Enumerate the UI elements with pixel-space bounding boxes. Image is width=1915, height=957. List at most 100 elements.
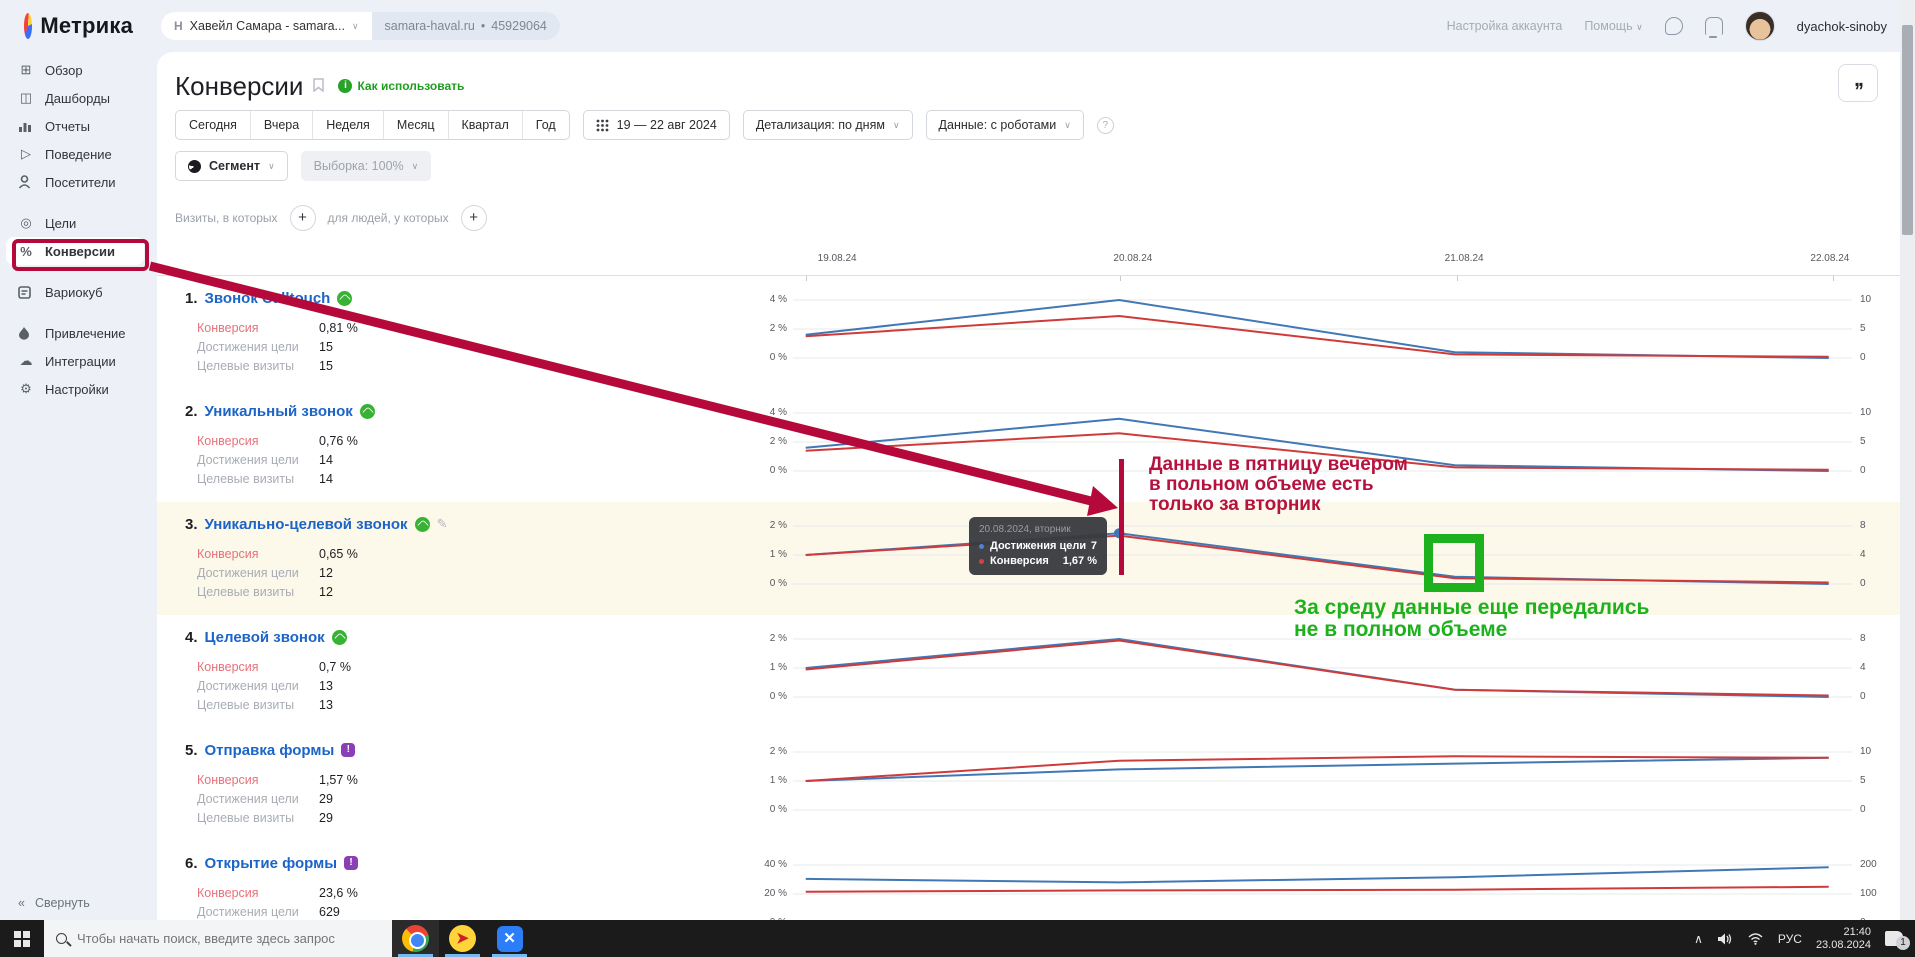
period-yesterday[interactable]: Вчера: [251, 111, 313, 139]
counter-selector[interactable]: H Хавейл Самара - samara... ∨ samara-hav…: [161, 12, 560, 40]
sidebar-item-acquisition[interactable]: Привлечение: [0, 319, 157, 347]
goal-title-link[interactable]: Целевой звонок: [205, 629, 325, 646]
sidebar-item-reports[interactable]: Отчеты: [0, 112, 157, 140]
sampling-dropdown[interactable]: Выборка: 100%∨: [301, 151, 432, 181]
edit-pencil-icon[interactable]: ✎: [437, 516, 448, 532]
gear-icon: ⚙: [18, 381, 34, 397]
clock[interactable]: 21:40 23.08.2024: [1816, 926, 1871, 952]
counter-info: samara-haval.ru • 45929064: [372, 12, 560, 40]
red-dot-icon: [979, 559, 984, 564]
goal-chart[interactable]: 4 %2 %0 % 1050: [757, 296, 1900, 389]
dashboards-icon: ◫: [18, 90, 34, 106]
chevron-down-icon: ∨: [352, 21, 359, 32]
goal-chart[interactable]: 2 %1 %0 % 1050: [757, 748, 1900, 841]
collapse-sidebar-button[interactable]: «Свернуть: [18, 896, 90, 910]
goal-title-link[interactable]: Открытие формы: [205, 855, 338, 872]
add-people-condition-button[interactable]: +: [461, 205, 487, 231]
period-quarter[interactable]: Квартал: [449, 111, 523, 139]
form-icon: !: [344, 856, 358, 870]
goal-row: 4. Целевой звонок ✎ Конверсия0,7 % Дости…: [157, 615, 1900, 728]
sidebar-item-settings[interactable]: ⚙Настройки: [0, 375, 157, 403]
date-range-button[interactable]: 19 — 22 авг 2024: [583, 110, 730, 140]
avatar[interactable]: [1745, 11, 1775, 41]
goal-title-link[interactable]: Уникальный звонок: [205, 403, 353, 420]
start-button[interactable]: [0, 920, 44, 957]
sidebar-item-conversions[interactable]: %Конверсии: [6, 237, 144, 265]
conversion-value: 0,81 %: [319, 321, 358, 335]
date-label: 22.08.24: [1810, 253, 1849, 264]
pie-icon: [188, 160, 201, 173]
counter-id: 45929064: [491, 19, 547, 33]
conversion-label: Конверсия: [197, 773, 319, 787]
tooltip-date: 20.08.2024, вторник: [979, 524, 1097, 535]
conversion-label: Конверсия: [197, 547, 319, 561]
tray-expand-icon[interactable]: ∧: [1694, 932, 1703, 946]
taskbar-search[interactable]: [44, 920, 392, 957]
sidebar-item-visitors[interactable]: Посетители: [0, 168, 157, 196]
visits-label: Целевые визиты: [197, 698, 319, 712]
app-logo[interactable]: Метрика: [0, 13, 133, 39]
period-today[interactable]: Сегодня: [176, 111, 251, 139]
counter-logo-icon: H: [174, 19, 183, 33]
add-visit-condition-button[interactable]: +: [290, 205, 316, 231]
period-segmented-control: Сегодня Вчера Неделя Месяц Квартал Год: [175, 110, 570, 140]
sidebar-item-dashboards[interactable]: ◫Дашборды: [0, 84, 157, 112]
conversion-value: 0,65 %: [319, 547, 358, 561]
taskbar-app-blue[interactable]: ✕: [486, 920, 533, 957]
period-week[interactable]: Неделя: [313, 111, 384, 139]
goal-number: 4.: [185, 629, 198, 646]
bookmark-icon[interactable]: [313, 78, 324, 97]
visits-label: Целевые визиты: [197, 359, 319, 373]
phone-icon: [337, 291, 352, 306]
help-menu[interactable]: Помощь ∨: [1584, 19, 1642, 33]
export-tools-button[interactable]: ,,: [1838, 64, 1878, 102]
goal-chart[interactable]: 2 %1 %0 % 840: [757, 522, 1900, 615]
sidebar-item-goals[interactable]: ◎Цели: [0, 209, 157, 237]
notifications-bell-icon[interactable]: [1705, 17, 1723, 35]
conversion-label: Конверсия: [197, 886, 319, 900]
conversion-value: 1,57 %: [319, 773, 358, 787]
reaches-value: 15: [319, 340, 333, 354]
blue-dot-icon: [979, 544, 984, 549]
period-year[interactable]: Год: [523, 111, 569, 139]
right-axis: 1050: [1852, 409, 1896, 502]
search-input[interactable]: [77, 931, 377, 946]
account-settings-link[interactable]: Настройка аккаунта: [1447, 19, 1563, 33]
topbar: Метрика H Хавейл Самара - samara... ∨ sa…: [0, 0, 1915, 52]
sidebar-item-overview[interactable]: ⊞Обзор: [0, 56, 157, 84]
data-mode-dropdown[interactable]: Данные: с роботами∨: [926, 110, 1084, 140]
scrollbar-thumb[interactable]: [1902, 25, 1913, 235]
goal-title-link[interactable]: Отправка формы: [205, 742, 335, 759]
goal-title-link[interactable]: Уникально-целевой звонок: [205, 516, 408, 533]
sidebar-item-behavior[interactable]: ▷Поведение: [0, 140, 157, 168]
wifi-icon[interactable]: [1747, 932, 1764, 945]
language-indicator[interactable]: РУС: [1778, 932, 1802, 946]
visits-label: Целевые визиты: [197, 811, 319, 825]
taskbar-app-chrome[interactable]: [392, 920, 439, 957]
action-center-icon[interactable]: 1: [1885, 931, 1903, 946]
period-month[interactable]: Месяц: [384, 111, 449, 139]
sidebar-item-variocube[interactable]: Вариокуб: [0, 278, 157, 306]
taskbar: ➤ ✕ ∧ РУС 21:40 23.08.2024 1: [0, 920, 1915, 957]
goal-title-link[interactable]: Звонок Calltouch: [205, 290, 331, 307]
sidebar-item-integrations[interactable]: ☁Интеграции: [0, 347, 157, 375]
goal-chart[interactable]: 4 %2 %0 % 1050: [757, 409, 1900, 502]
taskbar-app-yandex[interactable]: ➤: [439, 920, 486, 957]
left-axis: 4 %2 %0 %: [757, 409, 793, 502]
target-icon: ◎: [18, 215, 34, 231]
how-to-use-link[interactable]: i Как использовать: [338, 79, 464, 93]
feedback-icon[interactable]: [1665, 17, 1683, 35]
cloud-icon: ☁: [18, 353, 34, 369]
segment-button[interactable]: Сегмент∨: [175, 151, 288, 181]
chevron-down-icon: ∨: [412, 161, 419, 172]
goal-chart[interactable]: 2 %1 %0 % 840: [757, 635, 1900, 728]
left-axis: 2 %1 %0 %: [757, 522, 793, 615]
help-question-icon[interactable]: ?: [1097, 117, 1114, 134]
goal-chart[interactable]: 40 %20 %0 % 2001000: [757, 861, 1900, 920]
conversion-label: Конверсия: [197, 434, 319, 448]
scrollbar[interactable]: [1900, 0, 1915, 920]
detail-dropdown[interactable]: Детализация: по дням∨: [743, 110, 913, 140]
right-axis: 840: [1852, 522, 1896, 615]
conversion-value: 23,6 %: [319, 886, 358, 900]
volume-icon[interactable]: [1717, 932, 1733, 946]
